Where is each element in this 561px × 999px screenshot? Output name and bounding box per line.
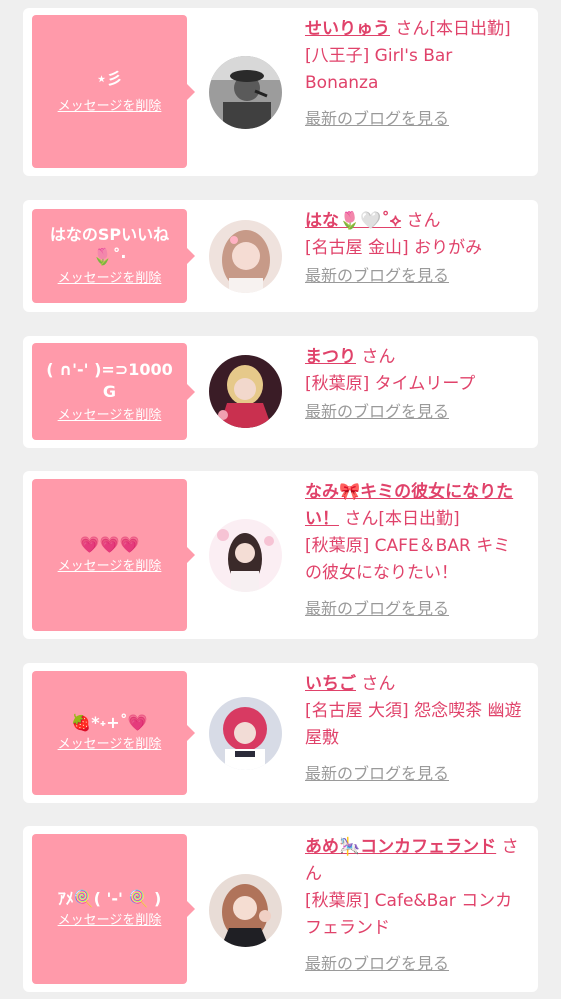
member-info: あめ🎠コンカフェランド さん [秋葉原] Cafe&Bar コンカフェランド 最… bbox=[305, 834, 527, 977]
message-bubble: ｱﾒ🍭( '-' 🍭 ) メッセージを削除 bbox=[32, 834, 195, 984]
delete-message-link[interactable]: メッセージを削除 bbox=[58, 558, 162, 576]
message-text: ｱﾒ🍭( '-' 🍭 ) bbox=[57, 889, 162, 908]
message-text: 💗💗💗 bbox=[79, 535, 140, 554]
member-name[interactable]: はな🌷🤍˚⟡ bbox=[305, 211, 401, 231]
delete-message-link[interactable]: メッセージを削除 bbox=[58, 98, 162, 116]
message-text: 🍓*˖+˚💗 bbox=[71, 713, 148, 732]
member-status: さん bbox=[361, 347, 396, 367]
avatar[interactable] bbox=[209, 519, 282, 592]
delete-message-link[interactable]: メッセージを削除 bbox=[58, 407, 162, 425]
message-text: ( ∩'-' )=⊃1000G bbox=[46, 359, 173, 401]
member-card: 🍓*˖+˚💗 メッセージを削除 いちご さん [名古屋 大須] 怨念喫茶 幽遊屋… bbox=[23, 663, 538, 803]
avatar-photo bbox=[209, 220, 282, 293]
member-name[interactable]: まつり bbox=[305, 347, 356, 367]
avatar[interactable] bbox=[209, 220, 282, 293]
shop-name: [秋葉原] タイムリープ bbox=[305, 374, 476, 394]
latest-blog-link[interactable]: 最新のブログを見る bbox=[305, 398, 527, 425]
member-card: 💗💗💗 メッセージを削除 なみ🎀キミの彼女になりたい！ さん[本日出勤] [秋葉… bbox=[23, 471, 538, 639]
member-card: ⋆彡 メッセージを削除 せいりゅう さん[本日出勤] [八王子] Girl's … bbox=[23, 8, 538, 176]
latest-blog-link[interactable]: 最新のブログを見る bbox=[305, 105, 527, 132]
avatar-photo bbox=[209, 56, 282, 129]
latest-blog-link[interactable]: 最新のブログを見る bbox=[305, 760, 527, 787]
member-info: まつり さん [秋葉原] タイムリープ 最新のブログを見る bbox=[305, 344, 527, 425]
member-card: ｱﾒ🍭( '-' 🍭 ) メッセージを削除 あめ🎠コンカフェランド さん [秋葉… bbox=[23, 826, 538, 992]
member-name[interactable]: いちご bbox=[305, 674, 356, 694]
latest-blog-link[interactable]: 最新のブログを見る bbox=[305, 950, 527, 977]
message-bubble: ⋆彡 メッセージを削除 bbox=[32, 15, 195, 168]
shop-name: [秋葉原] CAFE＆BAR キミの彼女になりたい！ bbox=[305, 536, 511, 583]
message-bubble: はなのSPいいね🌷˚‧ メッセージを削除 bbox=[32, 209, 195, 303]
message-bubble: ( ∩'-' )=⊃1000G メッセージを削除 bbox=[32, 343, 195, 440]
latest-blog-link[interactable]: 最新のブログを見る bbox=[305, 262, 527, 289]
delete-message-link[interactable]: メッセージを削除 bbox=[58, 736, 162, 754]
member-info: せいりゅう さん[本日出勤] [八王子] Girl's Bar Bonanza … bbox=[305, 16, 527, 132]
member-name[interactable]: あめ🎠コンカフェランド bbox=[305, 837, 496, 857]
member-info: なみ🎀キミの彼女になりたい！ さん[本日出勤] [秋葉原] CAFE＆BAR キ… bbox=[305, 479, 527, 622]
message-text: ⋆彡 bbox=[96, 68, 123, 88]
member-name[interactable]: せいりゅう bbox=[305, 19, 390, 39]
avatar[interactable] bbox=[209, 697, 282, 770]
shop-name: [秋葉原] Cafe&Bar コンカフェランド bbox=[305, 891, 513, 938]
delete-message-link[interactable]: メッセージを削除 bbox=[58, 912, 162, 930]
member-info: いちご さん [名古屋 大須] 怨念喫茶 幽遊屋敷 最新のブログを見る bbox=[305, 671, 527, 787]
shop-name: [八王子] Girl's Bar Bonanza bbox=[305, 46, 453, 93]
shop-name: [名古屋 金山] おりがみ bbox=[305, 238, 483, 258]
avatar-photo bbox=[209, 697, 282, 770]
member-info: はな🌷🤍˚⟡ さん [名古屋 金山] おりがみ 最新のブログを見る bbox=[305, 208, 527, 289]
avatar-photo bbox=[209, 519, 282, 592]
message-bubble: 🍓*˖+˚💗 メッセージを削除 bbox=[32, 671, 195, 795]
member-card: はなのSPいいね🌷˚‧ メッセージを削除 はな🌷🤍˚⟡ さん [名古屋 金山] … bbox=[23, 200, 538, 312]
avatar-photo bbox=[209, 355, 282, 428]
member-status: さん bbox=[406, 211, 441, 231]
message-bubble: 💗💗💗 メッセージを削除 bbox=[32, 479, 195, 631]
member-status: さん bbox=[361, 674, 396, 694]
latest-blog-link[interactable]: 最新のブログを見る bbox=[305, 595, 527, 622]
member-card: ( ∩'-' )=⊃1000G メッセージを削除 まつり さん [秋葉原] タイ… bbox=[23, 336, 538, 448]
avatar[interactable] bbox=[209, 874, 282, 947]
avatar[interactable] bbox=[209, 56, 282, 129]
delete-message-link[interactable]: メッセージを削除 bbox=[58, 270, 162, 288]
shop-name: [名古屋 大須] 怨念喫茶 幽遊屋敷 bbox=[305, 701, 522, 748]
avatar-photo bbox=[209, 874, 282, 947]
message-text: はなのSPいいね🌷˚‧ bbox=[49, 225, 170, 266]
member-status: さん[本日出勤] bbox=[344, 509, 460, 529]
member-status: さん[本日出勤] bbox=[395, 19, 511, 39]
avatar[interactable] bbox=[209, 355, 282, 428]
